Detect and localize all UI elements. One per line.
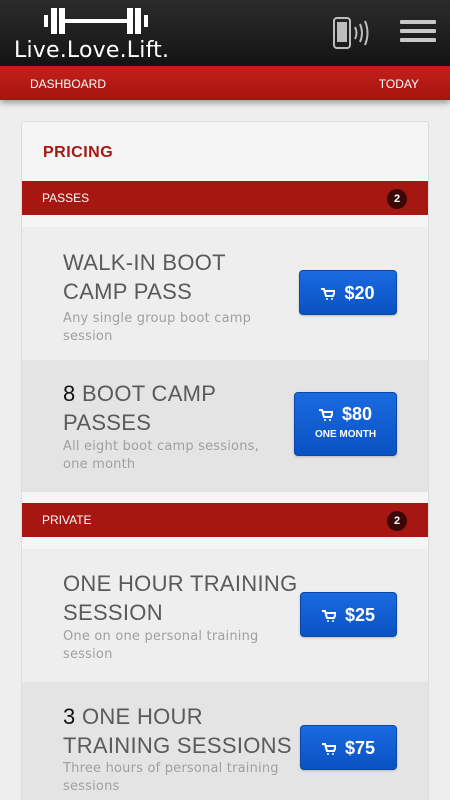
cart-icon: [318, 408, 333, 421]
buy-button[interactable]: $75: [300, 725, 397, 770]
section-count-badge: 2: [387, 189, 407, 209]
cart-icon: [321, 742, 336, 755]
section-label: PRIVATE: [42, 513, 92, 527]
section-label: PASSES: [42, 191, 90, 205]
cart-icon: [321, 287, 336, 300]
pricing-card: PRICING PASSES 2 WALK-IN BOOT CAMP PASS …: [21, 121, 429, 800]
price-item: 3 ONE HOUR TRAINING SESSIONS Three hours…: [22, 682, 428, 800]
price-item: WALK-IN BOOT CAMP PASS Any single group …: [22, 227, 428, 360]
item-description: Three hours of personal training session…: [63, 761, 279, 794]
nav-dashboard[interactable]: DASHBOARD: [30, 77, 106, 91]
section-header-passes[interactable]: PASSES 2: [22, 181, 428, 215]
item-title: 3 ONE HOUR TRAINING SESSIONS: [63, 704, 292, 758]
phone-vibrate-icon[interactable]: [330, 16, 370, 50]
price-item: 8 BOOT CAMP PASSES All eight boot camp s…: [22, 360, 428, 492]
buy-button[interactable]: $25: [300, 592, 397, 637]
item-description: All eight boot camp sessions, one month: [63, 439, 259, 472]
price-label: $25: [344, 605, 376, 625]
price-period: ONE MONTH: [314, 429, 377, 440]
price-label: $80: [341, 404, 373, 424]
app-header: Live.Love.Lift.: [0, 0, 450, 66]
app-logo[interactable]: Live.Love.Lift.: [14, 6, 184, 63]
item-description: Any single group boot camp session: [63, 311, 252, 344]
buy-button[interactable]: $20: [299, 270, 397, 315]
card-title: PRICING: [43, 144, 114, 161]
item-title: 8 BOOT CAMP PASSES: [63, 381, 216, 435]
logo-text: Live.Love.Lift.: [14, 38, 170, 63]
barbell-icon: [44, 8, 148, 34]
price-item: ONE HOUR TRAINING SESSION One on one per…: [22, 549, 428, 682]
nav-today[interactable]: TODAY: [379, 77, 419, 91]
buy-button[interactable]: $80 ONE MONTH: [294, 392, 397, 456]
item-title: WALK-IN BOOT CAMP PASS: [63, 250, 226, 304]
price-label: $20: [344, 283, 375, 303]
hamburger-menu-icon[interactable]: [400, 20, 436, 46]
cart-icon: [321, 609, 336, 622]
section-count-badge: 2: [387, 511, 407, 531]
item-title: ONE HOUR TRAINING SESSION: [63, 571, 298, 625]
price-label: $75: [344, 738, 376, 758]
nav-bar: DASHBOARD TODAY: [0, 66, 450, 100]
item-description: One on one personal training session: [63, 629, 259, 662]
section-header-private[interactable]: PRIVATE 2: [22, 503, 428, 537]
